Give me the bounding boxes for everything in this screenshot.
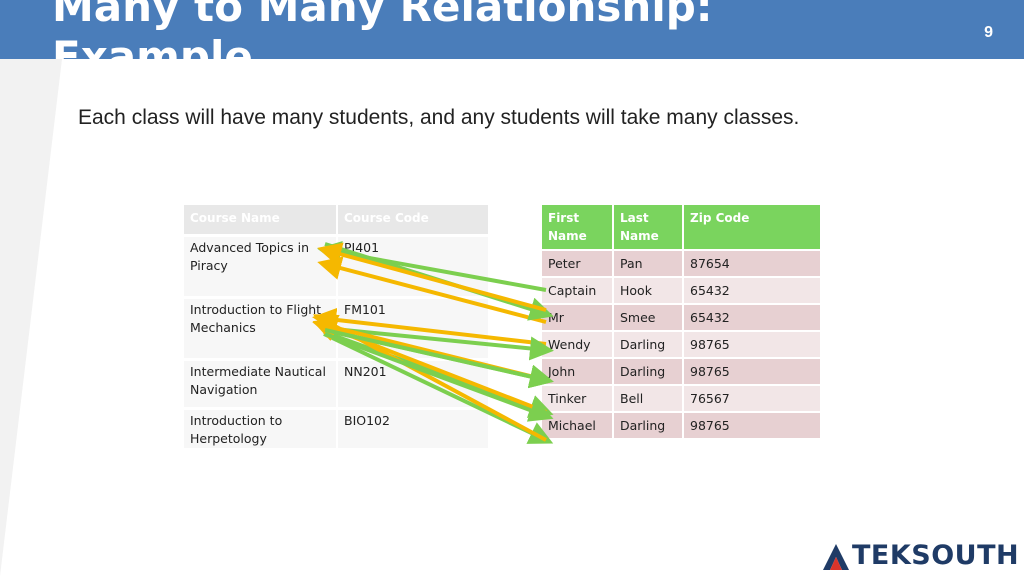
first-name-cell: Captain [542,276,614,304]
course-name-cell: Advanced Topics in Piracy [184,234,338,298]
first-name-cell: John [542,357,614,385]
body-text: Each class will have many students, and … [78,106,800,129]
zip-code-cell: 87654 [683,249,822,277]
last-name-cell: Hook [613,276,684,304]
course-code-header: Course Code [337,205,488,236]
student-row: Michael Darling 98765 [542,411,822,438]
course-code-cell: BIO102 [337,407,488,448]
last-name-cell: Bell [613,384,684,412]
course-name-cell: Introduction to Herpetology [184,407,338,448]
first-name-cell: Peter [542,249,614,277]
last-name-cell: Darling [613,357,684,385]
slide-title-line1: Many to Many Relationship: [52,0,713,31]
logo-text: TEKSOUTH [852,540,1020,571]
last-name-header: Last Name [613,205,684,250]
last-name-cell: Darling [613,411,684,438]
zip-code-cell: 98765 [683,330,822,358]
zip-code-header: Zip Code [683,205,822,250]
first-name-cell: Mr [542,303,614,331]
first-name-cell: Michael [542,411,614,438]
relationship-arrows [312,241,554,444]
zip-code-cell: 98765 [683,357,822,385]
first-name-cell: Tinker [542,384,614,412]
last-name-cell: Darling [613,330,684,358]
teksouth-a-icon [823,544,849,570]
zip-code-cell: 65432 [683,303,822,331]
student-row: Wendy Darling 98765 [542,330,822,358]
first-name-cell: Wendy [542,330,614,358]
course-name-cell: Intermediate Nautical Navigation [184,358,338,409]
student-table: First Name Last Name Zip Code Peter Pan … [542,205,822,438]
course-code-cell: PI401 [337,234,488,298]
course-name-header: Course Name [184,205,338,236]
zip-code-cell: 65432 [683,276,822,304]
course-table-header: Course Name Course Code [184,205,488,236]
student-table-header: First Name Last Name Zip Code [542,205,822,250]
course-code-cell: NN201 [337,358,488,409]
course-row: Intermediate Nautical Navigation NN201 [184,358,488,409]
first-name-header: First Name [542,205,614,250]
page-number: 9 [984,24,993,41]
zip-code-cell: 98765 [683,411,822,438]
course-name-cell: Introduction to Flight Mechanics [184,296,338,360]
student-row: Captain Hook 65432 [542,276,822,304]
student-row: Mr Smee 65432 [542,303,822,331]
course-row: Introduction to Flight Mechanics FM101 [184,296,488,360]
side-accent-shape [0,59,62,576]
student-row: John Darling 98765 [542,357,822,385]
course-code-cell: FM101 [337,296,488,360]
title-band: Many to Many Relationship: Example 9 [0,0,1024,59]
student-row: Tinker Bell 76567 [542,384,822,412]
last-name-cell: Pan [613,249,684,277]
last-name-cell: Smee [613,303,684,331]
zip-code-cell: 76567 [683,384,822,412]
slide-title-line2: Example [52,32,253,60]
course-row: Introduction to Herpetology BIO102 [184,407,488,448]
course-row: Advanced Topics in Piracy PI401 [184,234,488,298]
student-row: Peter Pan 87654 [542,249,822,277]
course-table: Course Name Course Code Advanced Topics … [184,205,488,448]
